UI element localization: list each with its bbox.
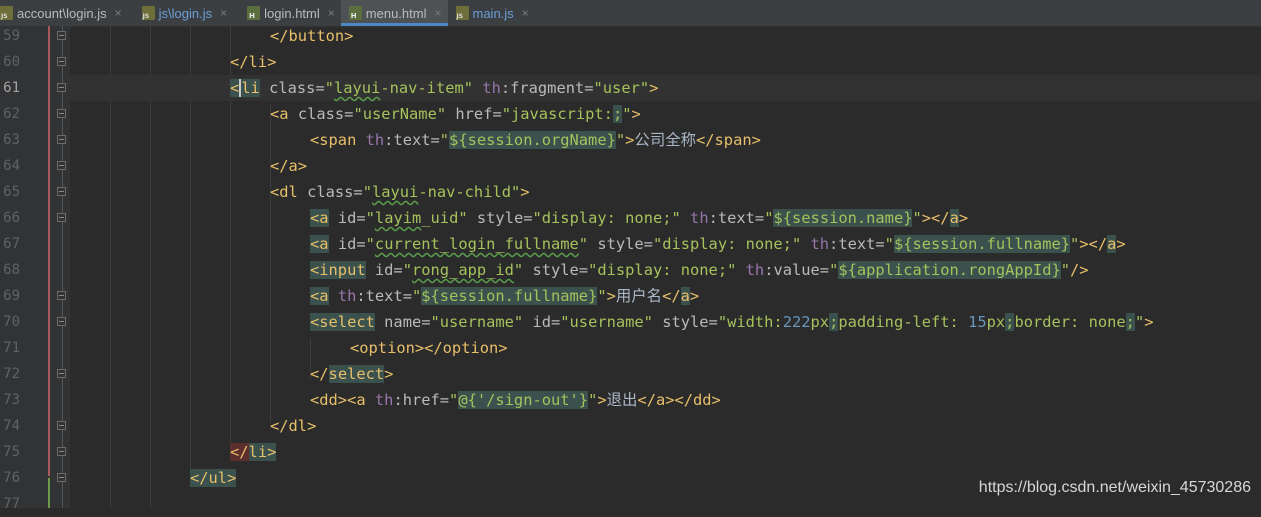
change-marker: [48, 26, 50, 476]
code-line: </select>: [310, 365, 394, 383]
code-line: <a class="userName" href="javascript:;">: [270, 105, 641, 123]
html-file-icon: [247, 6, 261, 20]
fold-toggle-icon[interactable]: [57, 109, 66, 118]
close-icon[interactable]: ×: [220, 6, 227, 20]
tab-label: menu.html: [365, 5, 427, 21]
js-file-icon: [141, 6, 155, 20]
html-file-icon: [348, 6, 362, 20]
fold-toggle-icon[interactable]: [57, 369, 66, 378]
line-number: 73: [3, 392, 20, 408]
fold-toggle-icon[interactable]: [57, 421, 66, 430]
fold-guide: [62, 26, 63, 508]
line-number: 65: [3, 184, 20, 200]
line-number: 66: [3, 210, 20, 226]
line-number: 68: [3, 262, 20, 278]
watermark-url: https://blog.csdn.net/weixin_45730286: [978, 479, 1251, 496]
line-number: 67: [3, 236, 20, 252]
code-editor[interactable]: 59 60 61 62 63 64 65 66 67 68 69 70 71 72 73 74 75 76 77 <…: [0, 26, 1261, 512]
fold-toggle-icon[interactable]: [57, 291, 66, 300]
line-number: 59: [3, 28, 20, 44]
code-line: <span th:text="${session.orgName}">公司全称<…: [310, 131, 761, 149]
tab-label: main.js: [472, 5, 514, 21]
line-number: 75: [3, 444, 20, 460]
close-icon[interactable]: ×: [328, 6, 335, 20]
code-area[interactable]: </button> </li> < li class="layui-nav-ite…: [70, 26, 1261, 508]
code-line: </a>: [270, 157, 308, 175]
code-line: < li class="layui-nav-item" th:fragment="…: [70, 75, 1261, 101]
fold-toggle-icon[interactable]: [57, 213, 66, 222]
fold-toggle-icon[interactable]: [57, 83, 66, 92]
code-line: <dl class="layui-nav-child">: [270, 183, 530, 201]
fold-toggle-icon[interactable]: [57, 473, 66, 482]
code-line: <a th:text="${session.fullname}">用户名</a>: [310, 287, 700, 305]
tab-label: js\login.js: [158, 5, 213, 21]
code-line: <a id="layim_uid" style="display: none;"…: [310, 209, 969, 227]
fold-toggle-icon[interactable]: [57, 31, 66, 40]
close-icon[interactable]: ×: [434, 6, 441, 20]
line-number: 72: [3, 366, 20, 382]
code-line: </li>: [230, 443, 277, 461]
code-line: <a id="current_login_fullname" style="di…: [310, 235, 1126, 253]
fold-toggle-icon[interactable]: [57, 135, 66, 144]
fold-toggle-icon[interactable]: [57, 161, 66, 170]
line-number-gutter[interactable]: 59 60 61 62 63 64 65 66 67 68 69 70 71 72 73 74 75 76 77: [0, 26, 70, 512]
line-number: 77: [3, 496, 20, 512]
code-line: <option></option>: [350, 339, 508, 357]
line-number: 60: [3, 54, 20, 70]
line-number: 69: [3, 288, 20, 304]
js-file-icon: [455, 6, 469, 20]
close-icon[interactable]: ×: [115, 6, 122, 20]
line-number: 62: [3, 106, 20, 122]
change-marker: [48, 478, 50, 508]
line-number: 70: [3, 314, 20, 330]
js-file-icon: [0, 6, 13, 20]
code-line: </button>: [270, 27, 354, 45]
tab-label: account\login.js: [17, 5, 107, 21]
line-number: 71: [3, 340, 20, 356]
tab-label: login.html: [264, 5, 320, 21]
code-line: <dd><a th:href="@{'/sign-out'}">退出</a></…: [310, 391, 721, 409]
fold-toggle-icon[interactable]: [57, 187, 66, 196]
line-number: 76: [3, 470, 20, 486]
close-icon[interactable]: ×: [522, 6, 529, 20]
fold-toggle-icon[interactable]: [57, 447, 66, 456]
code-line: </li>: [230, 53, 277, 71]
code-line: <input id="rong_app_id" style="display: …: [310, 261, 1089, 279]
line-number: 61: [3, 80, 20, 96]
line-number: 64: [3, 158, 20, 174]
fold-toggle-icon[interactable]: [57, 57, 66, 66]
code-line: <select name="username" id="username" st…: [310, 313, 1154, 331]
fold-toggle-icon[interactable]: [57, 317, 66, 326]
line-number: 74: [3, 418, 20, 434]
code-line: </dl>: [270, 417, 317, 435]
line-number: 63: [3, 132, 20, 148]
